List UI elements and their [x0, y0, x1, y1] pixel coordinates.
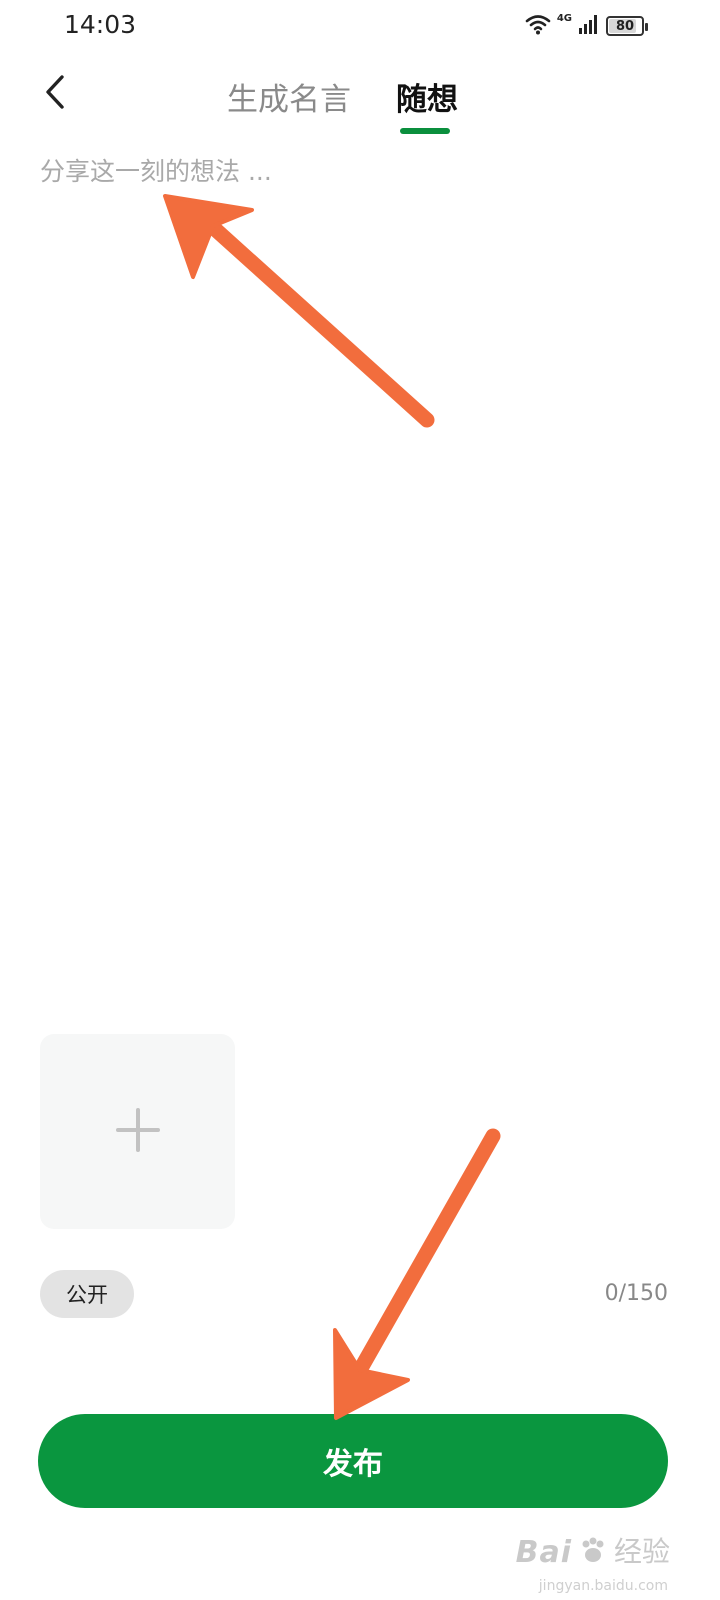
- character-counter: 0/150: [604, 1281, 668, 1306]
- add-image-button[interactable]: [40, 1034, 235, 1229]
- cellular-signal-icon: [578, 13, 600, 39]
- publish-label: 发布: [323, 1448, 383, 1481]
- back-button[interactable]: [30, 64, 80, 124]
- visibility-label: 公开: [66, 1283, 108, 1307]
- wifi-icon: [525, 13, 551, 39]
- plus-icon: [114, 1106, 162, 1158]
- watermark-logo: Bai 经验: [516, 1530, 670, 1570]
- status-icons: 4G 80: [525, 10, 648, 42]
- publish-button[interactable]: 发布: [38, 1414, 668, 1508]
- tab-generate-quotes[interactable]: 生成名言: [227, 74, 351, 119]
- header: 生成名言 随想: [0, 56, 720, 140]
- chevron-left-icon: [43, 74, 67, 114]
- thought-input[interactable]: [40, 152, 680, 1012]
- watermark-url: jingyan.baidu.com: [538, 1578, 668, 1594]
- annotation-arrow-bottom: [333, 1128, 501, 1420]
- active-tab-indicator: [400, 128, 450, 134]
- paw-icon: [578, 1536, 608, 1570]
- watermark-text: 经验: [613, 1535, 670, 1568]
- network-type-label: 4G: [556, 12, 572, 24]
- status-bar: 14:03 4G 80: [0, 0, 720, 54]
- battery-icon: 80: [606, 16, 648, 36]
- visibility-toggle[interactable]: 公开: [40, 1270, 134, 1318]
- battery-percent: 80: [615, 18, 635, 34]
- status-time: 14:03: [64, 10, 137, 39]
- watermark-brand: Bai: [515, 1535, 572, 1570]
- tab-thoughts[interactable]: 随想: [396, 74, 458, 119]
